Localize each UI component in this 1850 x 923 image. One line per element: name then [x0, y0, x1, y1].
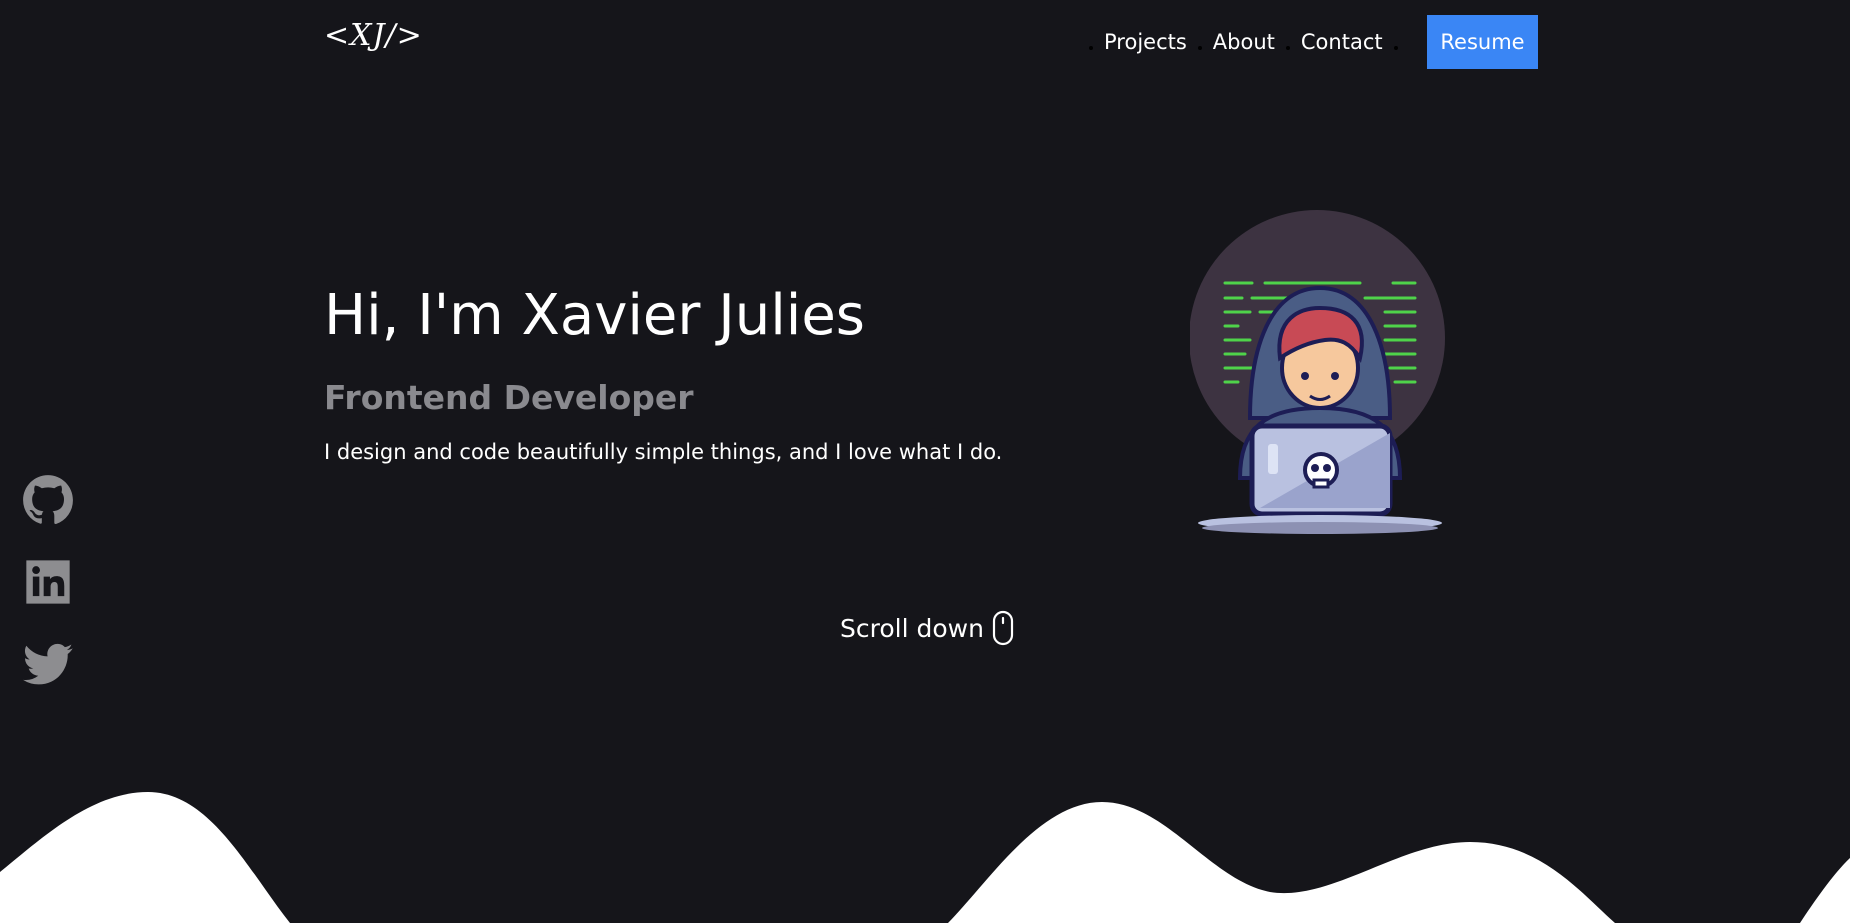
linkedin-link[interactable] — [22, 556, 74, 608]
nav-separator — [1089, 46, 1093, 50]
main-nav: Projects About Contact — [1078, 22, 1409, 62]
linkedin-icon — [26, 560, 70, 604]
scroll-down-label: Scroll down — [840, 613, 984, 643]
github-icon — [23, 475, 73, 525]
twitter-link[interactable] — [22, 638, 74, 690]
nav-separator — [1285, 46, 1290, 50]
hero-description: I design and code beautifully simple thi… — [324, 440, 1003, 464]
nav-separator — [1197, 46, 1202, 50]
developer-with-laptop-illustration — [1190, 210, 1445, 534]
hero-role: Frontend Developer — [324, 378, 694, 417]
scroll-down[interactable]: Scroll down — [840, 610, 1014, 646]
mouse-icon — [992, 610, 1014, 646]
hero-title: Hi, I'm Xavier Julies — [324, 283, 865, 348]
nav-item-projects[interactable]: Projects — [1104, 30, 1187, 54]
twitter-icon — [23, 643, 73, 685]
nav-separator — [1393, 46, 1398, 50]
github-link[interactable] — [22, 474, 74, 526]
social-links — [22, 474, 74, 690]
nav-item-about[interactable]: About — [1213, 30, 1275, 54]
wave-decoration — [0, 792, 1850, 923]
nav-item-contact[interactable]: Contact — [1301, 30, 1383, 54]
logo[interactable]: <XJ/> — [324, 18, 423, 53]
resume-button[interactable]: Resume — [1427, 15, 1538, 69]
